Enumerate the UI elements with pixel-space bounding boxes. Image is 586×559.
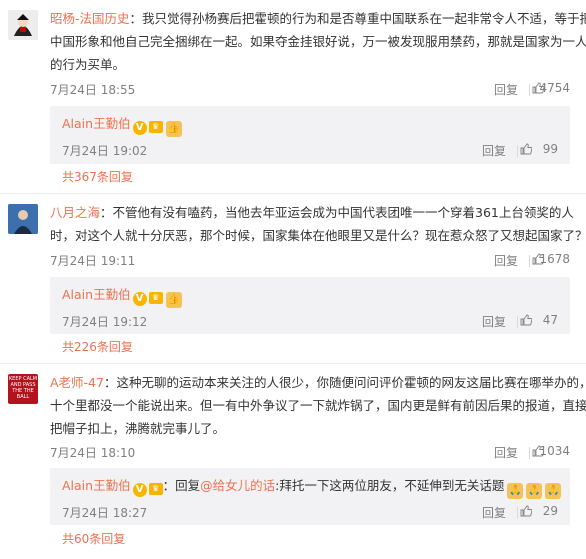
reply-author[interactable]: Alain王勤伯 <box>62 116 131 131</box>
reply-button[interactable]: 回复 <box>494 252 518 269</box>
thumbs-up-emoji-icon: 🙏 <box>526 483 543 499</box>
thumbs-up-icon <box>532 253 544 265</box>
reply-time: 7月24日 19:02 <box>62 144 148 158</box>
comment-text-line: ：这种无聊的运动本来关注的人很少，你随便问问评价霍顿的网友这届比赛在哪举办的， <box>103 375 586 390</box>
reply-button[interactable]: 回复 <box>494 444 518 461</box>
reply-text: :拜托一下这两位朋友，不延伸到无关话题 <box>275 478 505 493</box>
like-count: 99 <box>542 142 558 156</box>
reply-author[interactable]: Alain王勤伯 <box>62 287 131 302</box>
comment-text-line: 中国形象和他自己完全捆绑在一起。如果夺金挂银好说，万一被发现服用禁药，那就是国家… <box>50 34 586 49</box>
thumbs-up-emoji-icon: 🙏 <box>507 483 524 499</box>
reply-author[interactable]: Alain王勤伯 <box>62 478 131 493</box>
view-all-replies-link[interactable]: 共226条回复 <box>62 338 133 355</box>
comment-divider <box>0 363 586 364</box>
like-count: 47 <box>542 313 558 327</box>
like-button[interactable]: 4754 <box>532 81 570 95</box>
like-button[interactable]: 1034 <box>532 444 570 458</box>
divider <box>517 316 518 328</box>
comment-time: 7月24日 18:55 <box>50 83 136 97</box>
member-level-icon: ♛ <box>148 483 163 495</box>
comment-text-line: ：不管他有没有嗑药，当他去年亚运会成为中国代表团唯一一个穿着361上台领奖的人 <box>100 205 574 220</box>
member-level-icon: ♛ <box>148 292 163 304</box>
like-count: 29 <box>542 504 558 518</box>
divider <box>517 507 518 519</box>
thumbs-up-icon <box>532 445 544 457</box>
nested-reply: Alain王勤伯 V ♛ 👍 7月24日 19:02 回复 99 <box>50 106 570 164</box>
thumbs-up-icon <box>520 505 532 517</box>
reply-prefix: ：回复 <box>162 478 201 493</box>
view-all-replies-link[interactable]: 共367条回复 <box>62 168 133 185</box>
comment-text-line: ：我只觉得孙杨赛后把霍顿的行为和是否尊重中国联系在一起非常令人不适，等于把 <box>129 11 586 26</box>
thumbs-up-emoji-icon: 👍 <box>165 121 182 137</box>
comment-text-line: 时，对这个人就十分厌恶，那个时候，国家集体在他眼里又是什么？现在惹众怒了又想起国… <box>50 228 586 243</box>
comment-time: 7月24日 19:11 <box>50 254 136 268</box>
comment-username[interactable]: A老师-47 <box>50 375 104 390</box>
avatar[interactable]: KEEP CALM AND PASS THE THE BALL <box>8 374 38 404</box>
avatar-text: KEEP CALM AND PASS THE THE BALL <box>8 376 38 400</box>
like-button[interactable]: 99 <box>520 142 558 156</box>
like-count: 4754 <box>539 81 570 95</box>
comment-text-line: 的行为买单。 <box>50 57 126 72</box>
verified-v-badge-icon: V <box>132 121 147 135</box>
nested-reply: Alain王勤伯 V ♛ ：回复@给女儿的话:拜托一下这两位朋友，不延伸到无关话题 🙏 🙏… <box>50 468 570 525</box>
nested-reply: Alain王勤伯 V ♛ 👍 7月24日 19:12 回复 47 <box>50 277 570 334</box>
divider <box>529 447 530 459</box>
comment-username[interactable]: 八月之海 <box>50 205 100 220</box>
thumbs-up-icon <box>532 82 544 94</box>
divider <box>529 84 530 96</box>
reply-button[interactable]: 回复 <box>482 504 506 521</box>
verified-v-badge-icon: V <box>132 483 147 497</box>
comment-text-line: 十个里都没一个能说出来。但一有中外争议了一下就炸锅了，国内更是鲜有前因后果的报道… <box>50 398 586 413</box>
reply-button[interactable]: 回复 <box>494 81 518 98</box>
reply-time: 7月24日 18:27 <box>62 506 148 520</box>
mention-link[interactable]: @给女儿的话 <box>200 478 275 493</box>
like-button[interactable]: 1678 <box>532 252 570 266</box>
divider <box>529 255 530 267</box>
thumbs-up-icon <box>520 143 532 155</box>
like-count: 1678 <box>539 252 570 266</box>
thumbs-up-emoji-icon: 🙏 <box>545 483 562 499</box>
avatar[interactable] <box>8 10 38 40</box>
like-count: 1034 <box>539 444 570 458</box>
view-all-replies-link[interactable]: 共60条回复 <box>62 530 125 547</box>
divider <box>517 145 518 157</box>
reply-button[interactable]: 回复 <box>482 313 506 330</box>
reply-time: 7月24日 19:12 <box>62 315 148 329</box>
member-level-icon: ♛ <box>148 121 163 133</box>
like-button[interactable]: 47 <box>520 313 558 327</box>
comment-time: 7月24日 18:10 <box>50 446 136 460</box>
comment-username[interactable]: 昭杨-法国历史 <box>50 11 130 26</box>
verified-v-badge-icon: V <box>132 292 147 306</box>
reply-button[interactable]: 回复 <box>482 142 506 159</box>
like-button[interactable]: 29 <box>520 504 558 518</box>
comment-text-line: 把帽子扣上，沸腾就完事儿了。 <box>50 421 226 436</box>
thumbs-up-icon <box>520 314 532 326</box>
comment-divider <box>0 193 586 194</box>
avatar[interactable] <box>8 204 38 234</box>
thumbs-up-emoji-icon: 👍 <box>165 292 182 308</box>
